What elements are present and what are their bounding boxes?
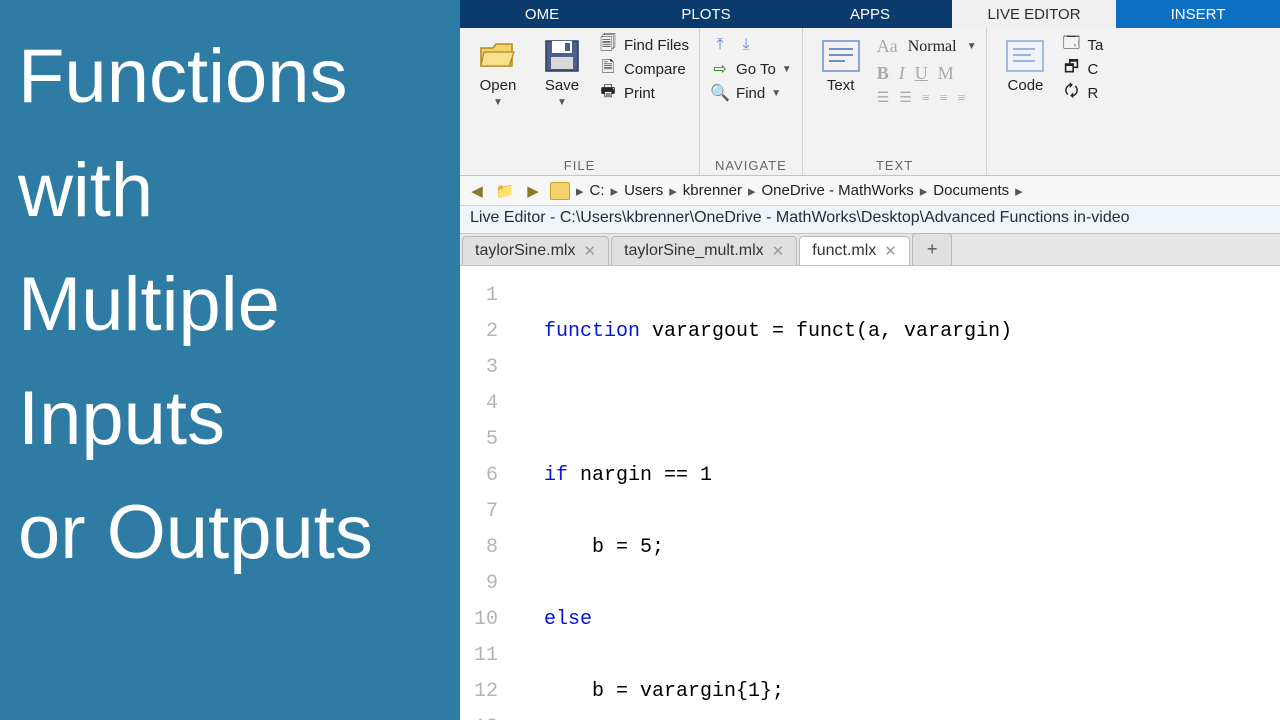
path-seg-0[interactable]: C: [590, 182, 605, 199]
folder-open-icon [478, 36, 518, 76]
ribbon: Open ▼ Save ▼ 🗐Find Files 🗎Compare 🖶Prin… [460, 28, 1280, 176]
file-tab-bar: taylorSine.mlx✕ taylorSine_mult.mlx✕ fun… [460, 234, 1280, 266]
list-number-icon[interactable]: ☰ [899, 90, 912, 107]
matlab-window: OME PLOTS APPS LIVE EDITOR INSERT Open ▼ [460, 0, 1280, 720]
align-right-icon[interactable]: ≡ [958, 91, 966, 107]
bold-button[interactable]: B [877, 63, 889, 84]
save-button[interactable]: Save ▼ [534, 32, 590, 108]
title-panel: Functions with Multiple Inputs or Output… [0, 0, 460, 720]
address-bar: ◀ 📁 ▶ ▸ C:▸ Users▸ kbrenner▸ OneDrive - … [460, 176, 1280, 206]
file-tab-1[interactable]: taylorSine_mult.mlx✕ [611, 236, 797, 265]
tab-insert[interactable]: INSERT [1116, 0, 1280, 28]
folder-icon [550, 182, 570, 200]
file-tab-2[interactable]: funct.mlx✕ [799, 236, 910, 265]
compare-icon: 🗎 [598, 60, 618, 78]
tab-apps[interactable]: APPS [788, 0, 952, 28]
ribbon-group-navigate: ⤒⤓ ⇨Go To ▼ 🔍Find ▼ NAVIGATE [700, 28, 803, 175]
search-icon: 🔍 [710, 84, 730, 102]
text-button[interactable]: Text [813, 32, 869, 95]
line-gutter: 1 2 3 4 5 6 7 8 9 10 11 12 13 [460, 266, 504, 720]
close-icon[interactable]: ✕ [583, 242, 596, 260]
find-button[interactable]: 🔍Find ▼ [710, 84, 792, 102]
back-icon[interactable]: ◀ [466, 181, 488, 201]
style-label: Aa [877, 36, 898, 57]
path-seg-3[interactable]: OneDrive - MathWorks [762, 182, 914, 199]
path-seg-1[interactable]: Users [624, 182, 663, 199]
code-opt2[interactable]: 🗗C [1061, 60, 1103, 78]
print-button[interactable]: 🖶Print [598, 84, 689, 102]
align-center-icon[interactable]: ≡ [940, 91, 948, 107]
chevron-down-icon: ▼ [493, 97, 503, 108]
code-area[interactable]: function varargout = funct(a, varargin) … [504, 266, 1012, 720]
refactor-icon: 🗘 [1061, 84, 1081, 102]
code-button[interactable]: Code [997, 32, 1053, 95]
document-title: Live Editor - C:\Users\kbrenner\OneDrive… [460, 206, 1280, 234]
align-left-icon[interactable]: ≡ [922, 91, 930, 107]
italic-button[interactable]: I [899, 63, 905, 84]
goto-icon: ⇨ [710, 60, 730, 78]
group-label-file: FILE [470, 156, 689, 173]
mono-button[interactable]: M [938, 63, 954, 84]
arrow-up-icon: ⤒ [710, 36, 730, 54]
code-opt3[interactable]: 🗘R [1061, 84, 1103, 102]
nav-arrows[interactable]: ⤒⤓ [710, 36, 792, 54]
slide-title: Functions with Multiple Inputs or Output… [18, 20, 442, 590]
compare-button[interactable]: 🗎Compare [598, 60, 689, 78]
text-icon [821, 36, 861, 76]
control-icon: 🗗 [1061, 60, 1081, 78]
up-folder-icon[interactable]: 📁 [494, 181, 516, 201]
list-bullet-icon[interactable]: ☰ [877, 90, 890, 107]
path-seg-2[interactable]: kbrenner [683, 182, 742, 199]
close-icon[interactable]: ✕ [884, 242, 897, 260]
code-opt1[interactable]: 🗔Ta [1061, 36, 1103, 54]
chevron-down-icon: ▼ [557, 97, 567, 108]
close-icon[interactable]: ✕ [772, 242, 785, 260]
group-label-navigate: NAVIGATE [710, 156, 792, 173]
task-icon: 🗔 [1061, 36, 1081, 54]
ribbon-group-code: Code 🗔Ta 🗗C 🗘R [987, 28, 1113, 175]
toolstrip-tabs: OME PLOTS APPS LIVE EDITOR INSERT [460, 0, 1280, 28]
arrow-down-icon: ⤓ [736, 36, 756, 54]
underline-button[interactable]: U [915, 63, 928, 84]
new-tab-button[interactable]: + [912, 233, 953, 265]
style-dropdown[interactable]: Normal [908, 38, 957, 56]
tab-live-editor[interactable]: LIVE EDITOR [952, 0, 1116, 28]
ribbon-group-file: Open ▼ Save ▼ 🗐Find Files 🗎Compare 🖶Prin… [460, 28, 700, 175]
tab-home[interactable]: OME [460, 0, 624, 28]
find-files-icon: 🗐 [598, 36, 618, 54]
code-editor[interactable]: 1 2 3 4 5 6 7 8 9 10 11 12 13 function v… [460, 266, 1280, 720]
save-icon [542, 36, 582, 76]
path-seg-4[interactable]: Documents [933, 182, 1009, 199]
print-icon: 🖶 [598, 84, 618, 102]
file-tab-0[interactable]: taylorSine.mlx✕ [462, 236, 609, 265]
goto-button[interactable]: ⇨Go To ▼ [710, 60, 792, 78]
ribbon-group-text: Text AaNormal▼ B I U M ☰ ☰ ≡ ≡ [803, 28, 988, 175]
code-icon [1005, 36, 1045, 76]
forward-icon[interactable]: ▶ [522, 181, 544, 201]
tab-plots[interactable]: PLOTS [624, 0, 788, 28]
find-files-button[interactable]: 🗐Find Files [598, 36, 689, 54]
group-label-text: TEXT [813, 156, 977, 173]
open-button[interactable]: Open ▼ [470, 32, 526, 108]
